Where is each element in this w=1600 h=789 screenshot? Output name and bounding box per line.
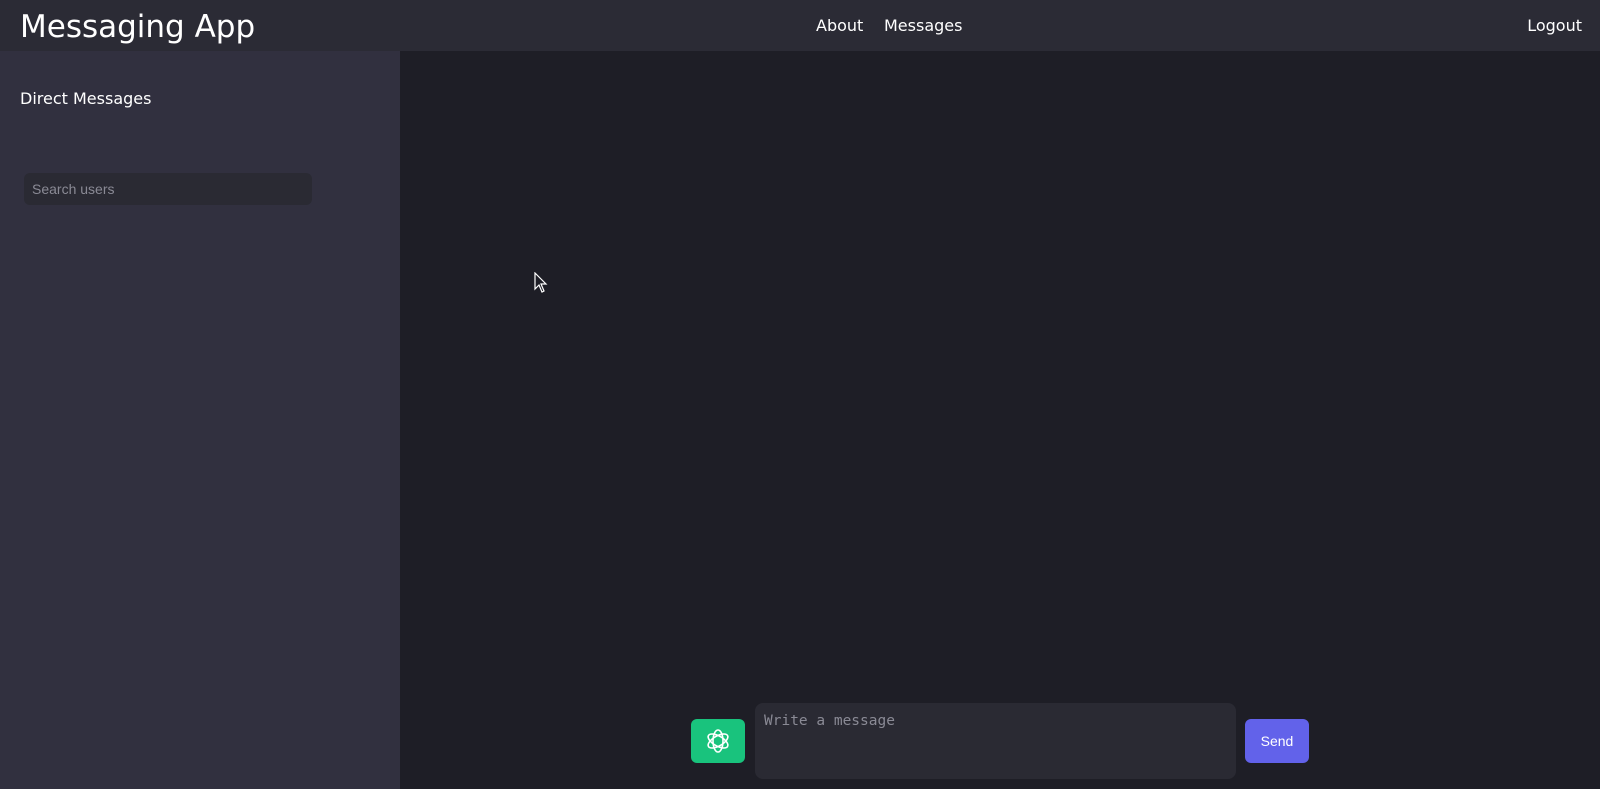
search-users-input[interactable] xyxy=(24,173,312,205)
send-button[interactable]: Send xyxy=(1245,719,1309,763)
message-input[interactable] xyxy=(755,703,1236,779)
nav-link-messages[interactable]: Messages xyxy=(884,16,962,36)
logout-link[interactable]: Logout xyxy=(1527,16,1582,36)
ai-assistant-button[interactable] xyxy=(691,719,745,763)
chat-message-area xyxy=(400,51,1600,789)
app-brand[interactable]: Messaging App xyxy=(20,8,255,46)
sidebar-title: Direct Messages xyxy=(20,89,152,108)
nav-link-about[interactable]: About xyxy=(816,16,863,36)
direct-messages-sidebar: Direct Messages xyxy=(0,51,400,789)
mouse-cursor-icon xyxy=(534,272,548,293)
top-navbar: Messaging App About Messages Logout xyxy=(0,0,1600,51)
openai-logo-icon xyxy=(707,729,729,753)
